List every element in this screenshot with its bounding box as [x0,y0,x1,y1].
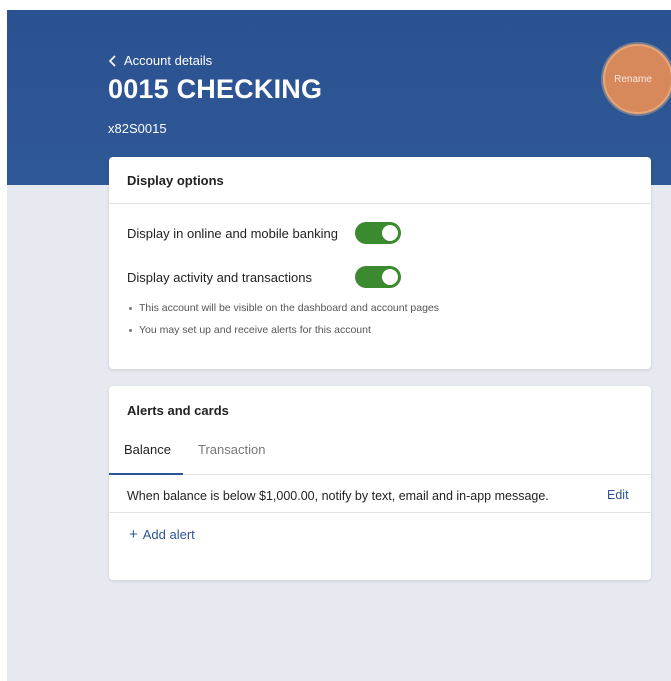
add-alert-button[interactable]: + Add alert [129,527,195,542]
display-options-card: Display options Display in online and mo… [109,157,651,369]
tabs-divider [109,474,651,475]
back-link-label: Account details [124,53,213,68]
chevron-left-icon [108,54,118,68]
app-frame: Account details 0015 CHECKING x82S0015 D… [7,10,671,681]
tab-balance[interactable]: Balance [124,442,171,457]
toggle-activity-transactions[interactable] [355,266,401,288]
card-divider [109,203,651,204]
rename-button[interactable]: Rename [603,44,671,114]
edit-alert-link[interactable]: Edit [607,488,629,502]
toggle-online-mobile-banking[interactable] [355,222,401,244]
toggle-knob [382,269,398,285]
note-item: You may set up and receive alerts for th… [127,324,439,336]
plus-icon: + [129,526,138,543]
note-item: This account will be visible on the dash… [127,302,439,314]
account-number: x82S0015 [108,121,167,136]
add-alert-label: Add alert [142,527,195,542]
tab-transaction[interactable]: Transaction [198,442,265,457]
option-label-online-mobile: Display in online and mobile banking [127,226,339,241]
alerts-and-cards-card: Alerts and cards Balance Transaction Whe… [109,386,651,580]
page-title: 0015 CHECKING [108,74,323,104]
alert-divider [109,512,651,513]
balance-alert-description: When balance is below $1,000.00, notify … [127,489,549,503]
display-notes-list: This account will be visible on the dash… [127,302,439,346]
back-to-account-details-link[interactable]: Account details [108,53,212,68]
toggle-knob [382,225,398,241]
option-label-activity-transactions: Display activity and transactions [127,270,312,285]
display-options-title: Display options [127,173,224,188]
alerts-title: Alerts and cards [127,403,229,418]
active-tab-indicator [109,473,183,475]
